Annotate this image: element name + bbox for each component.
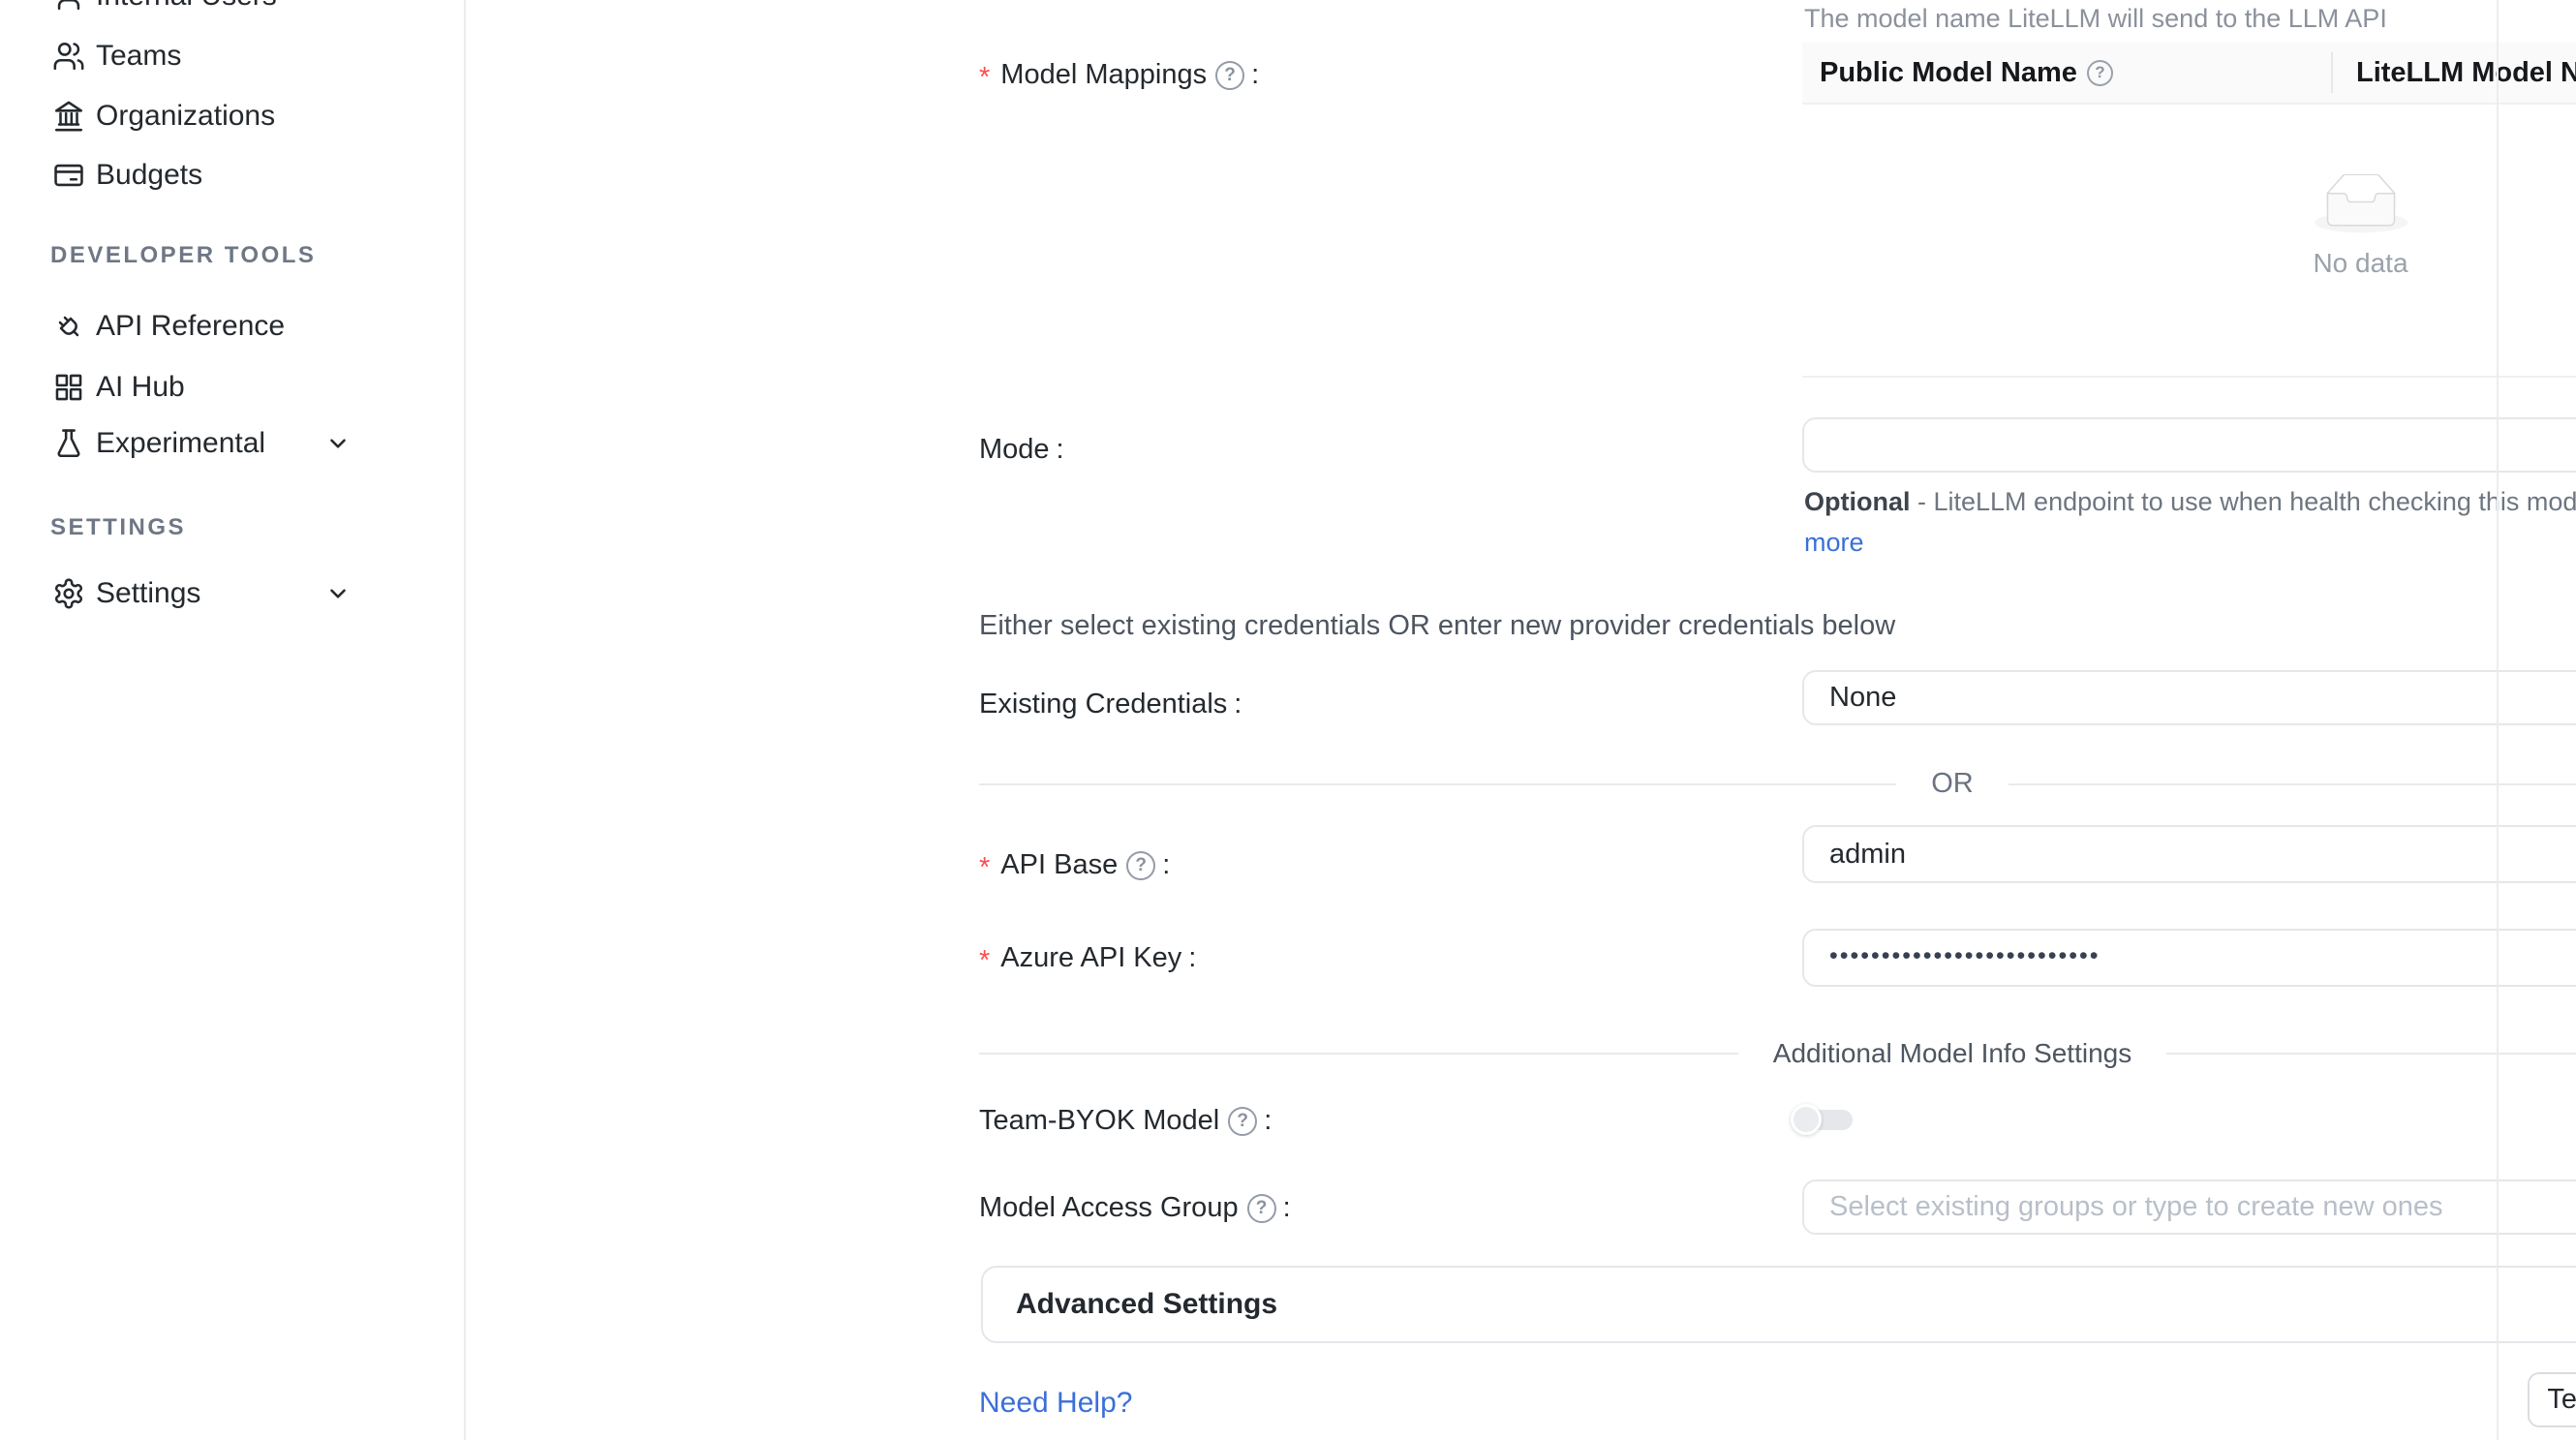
required-mark: * — [979, 945, 990, 977]
sidebar-item-api-reference[interactable]: API Reference — [0, 301, 466, 352]
need-help-link[interactable]: Need Help? — [979, 1387, 1132, 1420]
sidebar-item-experimental[interactable]: Experimental — [0, 418, 466, 469]
advanced-settings-title: Advanced Settings — [1016, 1288, 1277, 1321]
add-model-form: The model name LiteLLM will send to the … — [468, 0, 2576, 1440]
sidebar-item-label: API Reference — [96, 310, 285, 343]
team-byok-toggle[interactable] — [1791, 1102, 1855, 1137]
learn-more-link[interactable]: more — [1804, 528, 1864, 557]
advanced-settings-panel[interactable]: Advanced Settings — [981, 1266, 2576, 1343]
column-header-public-model-name: Public Model Name ? — [1802, 57, 2331, 89]
existing-credentials-label: Existing Credentials : — [979, 689, 1242, 720]
column-header-litellm-model-name: LiteLLM Model Name ? — [2333, 57, 2576, 89]
empty-inbox-icon — [2315, 174, 2407, 234]
divider-line — [2009, 783, 2576, 785]
or-divider-text: OR — [1931, 768, 1974, 800]
credit-card-icon — [50, 157, 87, 194]
litellm-model-name-hint: The model name LiteLLM will send to the … — [1804, 4, 2387, 34]
model-access-group-label: Model Access Group ? : — [979, 1192, 1291, 1224]
sidebar: Internal Users Teams Organizations Budge… — [0, 0, 466, 1440]
azure-api-key-input[interactable]: •••••••••••••••••••••••••• — [1802, 929, 2576, 987]
existing-credentials-select[interactable]: None — [1802, 670, 2576, 725]
sidebar-item-label: Settings — [96, 577, 200, 610]
required-mark: * — [979, 62, 990, 94]
chevron-down-icon — [325, 581, 351, 606]
model-access-group-placeholder: Select existing groups or type to create… — [1829, 1191, 2443, 1223]
sidebar-item-label: Budgets — [96, 159, 202, 192]
table-header: Public Model Name ? LiteLLM Model Name ? — [1802, 43, 2576, 105]
sidebar-item-organizations[interactable]: Organizations — [0, 91, 466, 141]
table-empty-state: No data — [1802, 105, 2576, 376]
credentials-note: Either select existing credentials OR en… — [979, 610, 1895, 642]
team-byok-label: Team-BYOK Model ? : — [979, 1105, 1272, 1137]
gear-icon — [50, 575, 87, 612]
required-mark: * — [979, 852, 990, 884]
help-icon[interactable]: ? — [1228, 1107, 1257, 1136]
sidebar-item-settings[interactable]: Settings — [0, 568, 466, 619]
grid-icon — [50, 369, 87, 406]
mode-select[interactable] — [1802, 417, 2576, 473]
sidebar-section-developer-tools: DEVELOPER TOOLS — [50, 242, 316, 269]
litellm-add-model-page: { "ui": { "colon": ":", "required_mark":… — [0, 0, 2576, 1440]
or-divider: OR — [979, 768, 2576, 800]
user-icon — [50, 0, 87, 15]
api-base-input[interactable] — [1802, 825, 2576, 883]
sidebar-item-label: AI Hub — [96, 371, 185, 404]
content-right-border — [2497, 0, 2499, 1440]
api-base-label: * API Base ? : — [979, 849, 1170, 881]
sidebar-item-label: Teams — [96, 40, 181, 73]
sidebar-item-label: Organizations — [96, 100, 275, 133]
password-dots: •••••••••••••••••••••••••• — [1829, 942, 2101, 970]
azure-api-key-label: * Azure API Key : — [979, 942, 1196, 974]
additional-info-divider-text: Additional Model Info Settings — [1773, 1038, 2131, 1069]
help-icon[interactable]: ? — [2087, 60, 2113, 86]
help-icon[interactable]: ? — [1247, 1194, 1276, 1223]
sidebar-item-ai-hub[interactable]: AI Hub — [0, 362, 466, 413]
help-icon[interactable]: ? — [1126, 851, 1155, 880]
bank-icon — [50, 98, 87, 135]
test-connect-button[interactable]: Test Connect — [2528, 1372, 2576, 1427]
model-mappings-label: * Model Mappings ? : — [979, 59, 1259, 91]
no-data-text: No data — [2313, 248, 2407, 279]
plug-icon — [50, 308, 87, 345]
existing-credentials-value: None — [1829, 682, 1896, 714]
mode-label: Mode : — [979, 434, 1064, 466]
divider-line — [979, 1053, 1738, 1055]
sidebar-section-settings: SETTINGS — [50, 514, 186, 541]
mode-help-text: Optional - LiteLLM endpoint to use when … — [1804, 481, 2576, 563]
sidebar-item-label: Internal Users — [96, 0, 277, 13]
model-access-group-select[interactable]: Select existing groups or type to create… — [1802, 1180, 2576, 1235]
chevron-down-icon — [325, 431, 351, 456]
additional-info-divider: Additional Model Info Settings — [979, 1038, 2576, 1069]
divider-line — [2166, 1053, 2576, 1055]
sidebar-item-internal-users[interactable]: Internal Users — [0, 0, 466, 21]
flask-icon — [50, 425, 87, 462]
divider-line — [979, 783, 1896, 785]
toggle-knob — [1791, 1104, 1822, 1135]
sidebar-item-label: Experimental — [96, 427, 265, 460]
sidebar-item-budgets[interactable]: Budgets — [0, 150, 466, 200]
model-mappings-table: Public Model Name ? LiteLLM Model Name ?… — [1802, 43, 2576, 378]
sidebar-item-teams[interactable]: Teams — [0, 31, 466, 81]
help-icon[interactable]: ? — [1215, 61, 1244, 90]
users-icon — [50, 38, 87, 75]
